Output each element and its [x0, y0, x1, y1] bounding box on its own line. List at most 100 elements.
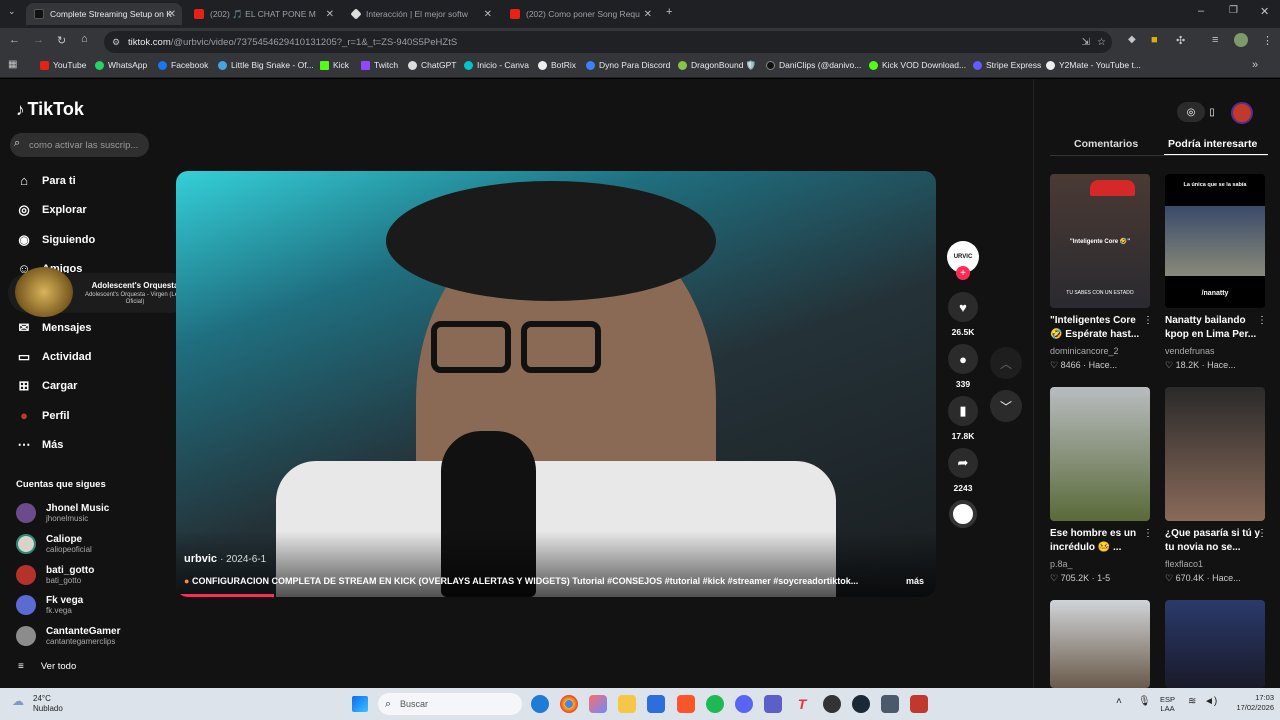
- bookmark[interactable]: Dyno Para Discord: [586, 60, 670, 70]
- comment-icon[interactable]: ●: [948, 344, 978, 374]
- bookmark[interactable]: YouTube: [40, 60, 86, 70]
- card-title[interactable]: "Inteligentes Core 🤣 Espérate hast...: [1050, 314, 1146, 342]
- teams-icon[interactable]: [764, 695, 782, 713]
- language-indicator[interactable]: ESP LAA: [1160, 695, 1175, 713]
- bookmark[interactable]: Inicio - Canva: [464, 60, 529, 70]
- card-title[interactable]: Ese hombre es un incrédulo 🤒 ...: [1050, 527, 1146, 555]
- tab-active[interactable]: Complete Streaming Setup on K ✕: [26, 3, 182, 25]
- card-menu-icon[interactable]: ⋮: [1143, 528, 1153, 539]
- like-action[interactable]: ♥ 26.5K: [947, 292, 979, 337]
- card-user[interactable]: flexflaco1: [1165, 559, 1203, 569]
- video-thumbnail[interactable]: "Inteligente Core 🤣" TU SABES CON UN EST…: [1050, 174, 1150, 308]
- tab-podria-interesarte[interactable]: Podría interesarte: [1168, 138, 1257, 150]
- chrome-icon[interactable]: [560, 695, 578, 713]
- sound-disc[interactable]: [947, 500, 979, 528]
- video-progress-bar[interactable]: [176, 594, 274, 597]
- close-tab-icon[interactable]: ✕: [484, 9, 492, 20]
- creator-avatar[interactable]: URVIC +: [947, 241, 979, 280]
- microphone-icon[interactable]: 🎙: [1138, 696, 1151, 707]
- install-app-icon[interactable]: ⇲: [1082, 37, 1090, 48]
- bookmark[interactable]: BotRix: [538, 60, 576, 70]
- nav-cargar[interactable]: ⊞ Cargar: [16, 378, 78, 394]
- edge-icon[interactable]: [531, 695, 549, 713]
- video-thumbnail[interactable]: [1050, 600, 1150, 688]
- clock[interactable]: 17:03 17/02/2026: [1224, 693, 1274, 713]
- close-window-icon[interactable]: ✕: [1260, 5, 1269, 18]
- extensions-puzzle-icon[interactable]: ✣: [1176, 34, 1185, 47]
- user-avatar[interactable]: [1231, 102, 1253, 124]
- volume-icon[interactable]: ◄): [1204, 696, 1217, 707]
- heart-icon[interactable]: ♥: [948, 292, 978, 322]
- apps-grid-icon[interactable]: ▦: [8, 59, 17, 70]
- obs-icon[interactable]: [823, 695, 841, 713]
- tab[interactable]: (202) 🎵 EL CHAT PONE M ✕: [186, 3, 340, 25]
- url-field[interactable]: ⚙ tiktok.com/@urbvic/video/7375454629410…: [104, 31, 1112, 53]
- file-explorer-icon[interactable]: [618, 695, 636, 713]
- video-thumbnail[interactable]: La única que se la sabía /nanatty: [1165, 174, 1265, 308]
- followed-account[interactable]: Fk vega fk.vega: [16, 595, 83, 615]
- close-tab-icon[interactable]: ✕: [644, 9, 652, 20]
- back-icon[interactable]: ←: [9, 34, 20, 46]
- media-control-icon[interactable]: ≡: [1212, 34, 1218, 46]
- brave-icon[interactable]: [677, 695, 695, 713]
- wifi-icon[interactable]: ≋: [1188, 696, 1196, 707]
- video-author[interactable]: urbvic: [184, 553, 217, 565]
- see-all-link[interactable]: ≡ Ver todo: [18, 661, 76, 672]
- nav-perfil[interactable]: ● Perfil: [16, 408, 69, 423]
- bookmark[interactable]: DaniClips (@danivo...: [766, 60, 861, 70]
- home-icon[interactable]: ⌂: [81, 33, 88, 45]
- compass-icon[interactable]: ◎: [1177, 102, 1205, 122]
- steam-icon[interactable]: [852, 695, 870, 713]
- video-thumbnail[interactable]: [1165, 600, 1265, 688]
- menu-icon[interactable]: ⋮: [1262, 34, 1273, 47]
- tiktok-logo[interactable]: ♪ TikTok: [16, 99, 84, 120]
- followed-account[interactable]: Jhonel Music jhonelmusic: [16, 503, 109, 523]
- bookmark[interactable]: Kick: [320, 60, 349, 70]
- site-info-icon[interactable]: ⚙: [112, 37, 120, 48]
- media-popup[interactable]: Adolescent's Orquesta Adolescent's Orque…: [8, 267, 190, 317]
- tab-comentarios[interactable]: Comentarios: [1074, 138, 1138, 150]
- app-icon[interactable]: [910, 695, 928, 713]
- bookmark[interactable]: Little Big Snake - Of...: [218, 60, 314, 70]
- video-thumbnail[interactable]: [1050, 387, 1150, 521]
- nav-actividad[interactable]: ▭ Actividad: [16, 349, 92, 365]
- mail-icon[interactable]: [647, 695, 665, 713]
- bookmark[interactable]: ChatGPT: [408, 60, 456, 70]
- bookmark[interactable]: Stripe Express: [973, 60, 1041, 70]
- bookmark[interactable]: Kick VOD Download...: [869, 60, 966, 70]
- followed-account[interactable]: CantanteGamer cantantegamerclips: [16, 626, 120, 646]
- maximize-icon[interactable]: ❐: [1229, 5, 1238, 16]
- card-title[interactable]: Nanatty bailando kpop en Lima Per...: [1165, 314, 1261, 342]
- next-video-button[interactable]: ﹀: [990, 390, 1022, 422]
- followed-account[interactable]: bati_gotto bati_gotto: [16, 565, 94, 585]
- followed-account[interactable]: Caliope caliopeoficial: [16, 534, 92, 554]
- comment-action[interactable]: ● 339: [947, 344, 979, 389]
- save-action[interactable]: ▮ 17.8K: [947, 396, 979, 441]
- nav-para-ti[interactable]: ⌂ Para ti: [16, 173, 76, 188]
- minimize-icon[interactable]: –: [1198, 5, 1204, 17]
- previous-video-button[interactable]: ︿: [990, 347, 1022, 379]
- nav-mas[interactable]: ⋯ Más: [16, 437, 64, 453]
- card-menu-icon[interactable]: ⋮: [1257, 315, 1267, 326]
- typing-app-icon[interactable]: T: [793, 695, 811, 713]
- extension-icon[interactable]: ■: [1151, 34, 1158, 46]
- nav-explorar[interactable]: ◎ Explorar: [16, 202, 86, 218]
- calculator-icon[interactable]: [881, 695, 899, 713]
- device-icon[interactable]: ▯: [1202, 102, 1222, 122]
- discord-icon[interactable]: [735, 695, 753, 713]
- copilot-icon[interactable]: [589, 695, 607, 713]
- taskbar-search[interactable]: ⌕ Buscar: [378, 693, 522, 715]
- more-button[interactable]: más: [906, 576, 924, 586]
- bookmark[interactable]: WhatsApp: [95, 60, 147, 70]
- card-user[interactable]: p.8a_: [1050, 559, 1073, 569]
- close-tab-icon[interactable]: ✕: [168, 9, 176, 20]
- nav-mensajes[interactable]: ✉ Mensajes: [16, 320, 92, 336]
- bookmark-star-icon[interactable]: ☆: [1097, 37, 1106, 48]
- tab[interactable]: (202) Como poner Song Requ ✕: [502, 3, 658, 25]
- reload-icon[interactable]: ↻: [57, 34, 66, 47]
- video-player[interactable]: urbvic · 2024-6-1 ● CONFIGURACION COMPLE…: [176, 171, 936, 597]
- card-menu-icon[interactable]: ⋮: [1143, 315, 1153, 326]
- card-title[interactable]: ¿Que pasaría si tú y tu novia no se...: [1165, 527, 1261, 555]
- tab[interactable]: Interacción | El mejor softw ✕: [344, 3, 498, 25]
- more-bookmarks-icon[interactable]: »: [1252, 59, 1258, 71]
